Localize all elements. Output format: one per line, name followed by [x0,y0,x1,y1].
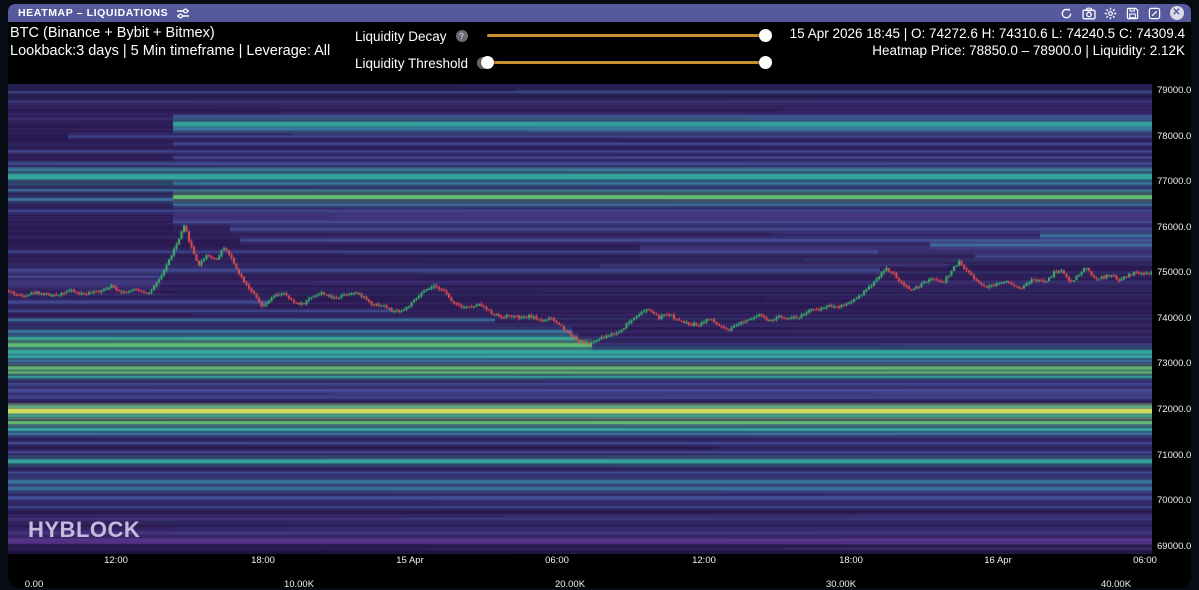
liquidity-threshold-label: Liquidity Threshold [355,56,468,71]
heatmap-canvas[interactable] [8,84,1152,554]
chart-header: BTC (Binance + Bybit + Bitmex) Lookback:… [8,22,1191,84]
ohlc-readout: 15 Apr 2026 18:45 | O: 74272.6 H: 74310.… [790,25,1185,42]
liquidity-threshold-slider[interactable] [487,61,766,64]
decay-help-icon[interactable]: ? [456,30,468,42]
price-tick-label: 76000.0 [1157,222,1191,233]
time-tick-label: 06:00 [1133,555,1157,566]
time-tick-label: 18:00 [839,555,863,566]
settings-gear-icon[interactable] [1103,6,1118,21]
panel-title: HEATMAP – LIQUIDATIONS [18,7,168,19]
price-axis[interactable]: 79000.0 78000.0 77000.0 76000.0 75000.0 74000… [1154,84,1191,554]
refresh-icon[interactable] [1059,6,1074,21]
time-axis[interactable]: 12:0018:0015 Apr06:0012:0018:0016 Apr06:… [8,555,1152,567]
time-tick-label: 12:00 [692,555,716,566]
liquidity-scale-label: 30.00K [826,579,856,588]
instrument-block: BTC (Binance + Bybit + Bitmex) Lookback:… [10,25,330,60]
close-icon[interactable]: ✕ [1169,6,1184,21]
liquidity-decay-slider[interactable] [487,34,766,37]
time-tick-label: 12:00 [104,555,128,566]
threshold-slider-min-thumb[interactable] [481,56,494,69]
liquidity-decay-row: Liquidity Decay ? [355,28,468,44]
liquidity-scale-label: 40.00K [1101,579,1131,588]
liquidity-decay-label: Liquidity Decay [355,29,447,44]
price-tick-label: 77000.0 [1157,176,1191,187]
price-tick-label: 73000.0 [1157,358,1191,369]
time-tick-label: 18:00 [251,555,275,566]
instrument-label: BTC (Binance + Bybit + Bitmex) [10,25,330,43]
price-tick-label: 72000.0 [1157,404,1191,415]
chart-area[interactable]: HYBLOCK [8,84,1152,554]
price-tick-label: 69000.0 [1157,541,1191,552]
price-tick-label: 75000.0 [1157,267,1191,278]
decay-slider-thumb[interactable] [759,29,772,42]
price-tick-label: 78000.0 [1157,131,1191,142]
heatmap-price-readout: Heatmap Price: 78850.0 – 78900.0 | Liqui… [790,42,1185,59]
liquidity-scale-axis: 0.00 10.00K 20.00K 30.00K 40.00K [8,579,1152,588]
threshold-slider-max-thumb[interactable] [759,56,772,69]
liquidity-scale-label: 0.00 [25,579,44,588]
time-tick-label: 06:00 [545,555,569,566]
liquidity-scale-label: 20.00K [555,579,585,588]
hyblock-watermark: HYBLOCK [28,517,140,543]
price-tick-label: 70000.0 [1157,495,1191,506]
time-tick-label: 15 Apr [396,555,423,566]
screenshot-icon[interactable] [1081,6,1096,21]
price-tick-label: 74000.0 [1157,313,1191,324]
mixer-icon[interactable] [175,6,190,21]
fullscreen-icon[interactable] [1147,6,1162,21]
liquidity-scale-label: 10.00K [284,579,314,588]
heatmap-liquidations-panel: HEATMAP – LIQUIDATIONS [8,4,1191,588]
readout-block: 15 Apr 2026 18:45 | O: 74272.6 H: 74310.… [790,25,1185,59]
price-tick-label: 79000.0 [1157,85,1191,96]
time-tick-label: 16 Apr [984,555,1011,566]
title-bar: HEATMAP – LIQUIDATIONS [8,4,1191,22]
liquidity-threshold-row: Liquidity Threshold ? [355,55,489,71]
price-tick-label: 71000.0 [1157,450,1191,461]
save-icon[interactable] [1125,6,1140,21]
settings-summary: Lookback:3 days | 5 Min timeframe | Leve… [10,43,330,61]
